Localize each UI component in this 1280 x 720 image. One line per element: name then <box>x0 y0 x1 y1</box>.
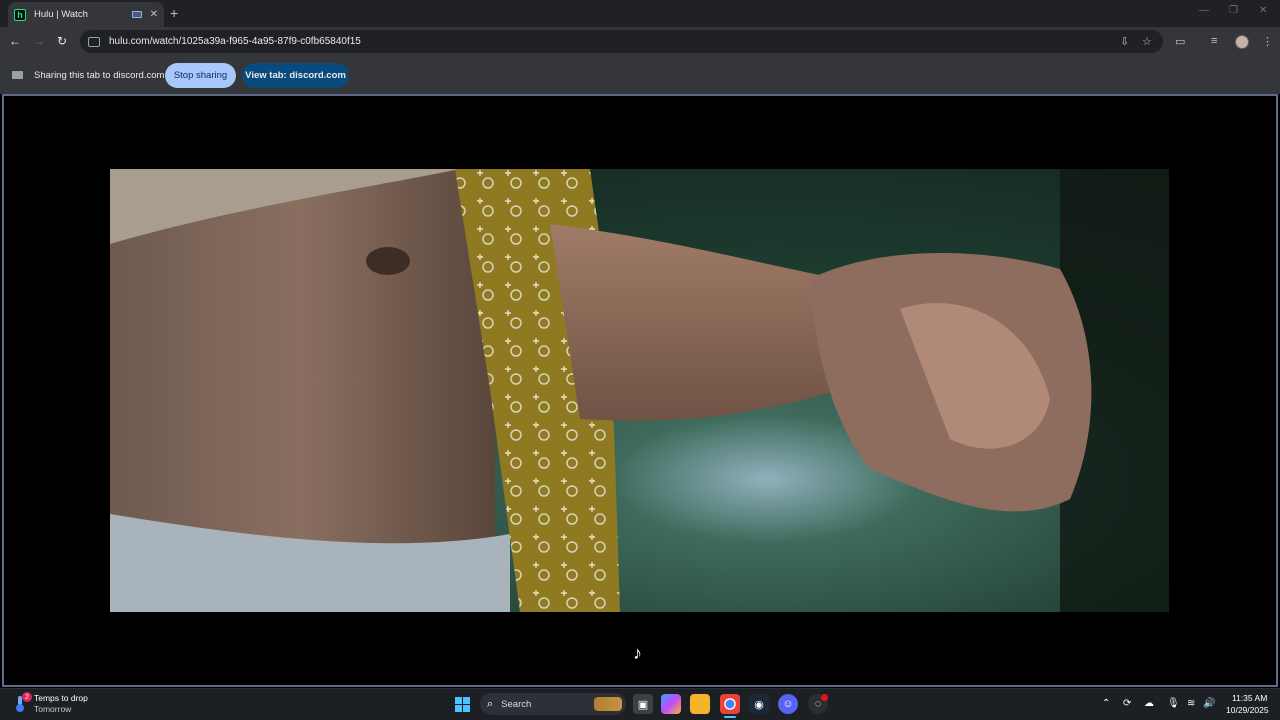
wifi-icon[interactable]: ≋ <box>1187 698 1195 709</box>
video-frame[interactable] <box>110 169 1169 612</box>
maximize-icon[interactable]: ❐ <box>1229 5 1238 16</box>
tab-title: Hulu | Watch <box>34 9 88 20</box>
taskbar-search[interactable]: ⌕ Search <box>480 693 626 715</box>
url-text: hulu.com/watch/1025a39a-f965-4a95-87f9-c… <box>109 36 361 47</box>
browser-tab[interactable]: h Hulu | Watch ✕ <box>8 2 164 27</box>
weather-title[interactable]: Temps to drop <box>34 693 88 703</box>
media-controls-icon[interactable]: ≡ <box>1211 35 1217 47</box>
hulu-favicon-icon: h <box>14 8 26 21</box>
active-app-indicator <box>724 716 736 718</box>
site-info-icon[interactable] <box>88 36 100 47</box>
install-app-icon[interactable]: ⇩ <box>1120 35 1129 48</box>
view-tab-button[interactable]: View tab: discord.com <box>242 63 349 88</box>
sync-icon[interactable]: ⟳ <box>1123 698 1131 709</box>
profile-avatar[interactable] <box>1235 35 1249 49</box>
stop-sharing-button[interactable]: Stop sharing <box>165 63 236 88</box>
microphone-icon[interactable]: 🎙 <box>1167 698 1180 709</box>
address-bar[interactable]: hulu.com/watch/1025a39a-f965-4a95-87f9-c… <box>80 30 1163 53</box>
music-note-icon: ♪ <box>633 643 642 663</box>
browser-toolbar: ← → ↻ hulu.com/watch/1025a39a-f965-4a95-… <box>0 27 1280 56</box>
task-view-icon[interactable]: ▣ <box>633 694 653 714</box>
show-hidden-icons-icon[interactable]: ⌃ <box>1102 698 1110 709</box>
reload-button[interactable]: ↻ <box>57 34 67 48</box>
copilot-icon[interactable] <box>661 694 681 714</box>
volume-icon[interactable]: 🔊 <box>1203 698 1215 709</box>
menu-kebab-icon[interactable]: ⋮ <box>1262 35 1273 48</box>
screen-share-icon <box>12 71 23 79</box>
tab-sharing-indicator-icon <box>131 11 142 18</box>
tab-close-icon[interactable]: ✕ <box>150 9 158 20</box>
chrome-icon[interactable] <box>720 694 740 714</box>
tab-strip: h Hulu | Watch ✕ + — ❐ ✕ <box>0 0 1280 27</box>
windows-start-icon[interactable] <box>455 697 470 712</box>
weather-subtitle[interactable]: Tomorrow <box>34 704 71 714</box>
video-still-image <box>110 169 1169 612</box>
search-highlight-icon <box>594 697 622 711</box>
clock-date[interactable]: 10/29/2025 <box>1226 705 1269 715</box>
onedrive-cloud-icon[interactable]: ☁ <box>1144 698 1154 709</box>
steam-icon[interactable]: ◉ <box>749 694 769 714</box>
weather-badge: 2 <box>22 692 32 702</box>
extensions-icon[interactable]: ▭ <box>1175 35 1185 48</box>
search-icon: ⌕ <box>487 697 494 710</box>
forward-button[interactable]: → <box>33 34 45 48</box>
new-tab-button[interactable]: + <box>170 5 178 21</box>
clock-time[interactable]: 11:35 AM <box>1232 693 1267 703</box>
discord-icon[interactable]: ☺ <box>778 694 798 714</box>
window-close-icon[interactable]: ✕ <box>1259 5 1267 16</box>
minimize-icon[interactable]: — <box>1199 5 1209 16</box>
bookmark-star-icon[interactable]: ☆ <box>1142 35 1152 48</box>
sharing-message: Sharing this tab to discord.com <box>34 70 165 81</box>
back-button[interactable]: ← <box>9 34 21 48</box>
file-explorer-icon[interactable] <box>690 694 710 714</box>
notification-dot <box>821 694 828 701</box>
search-label: Search <box>501 698 532 710</box>
